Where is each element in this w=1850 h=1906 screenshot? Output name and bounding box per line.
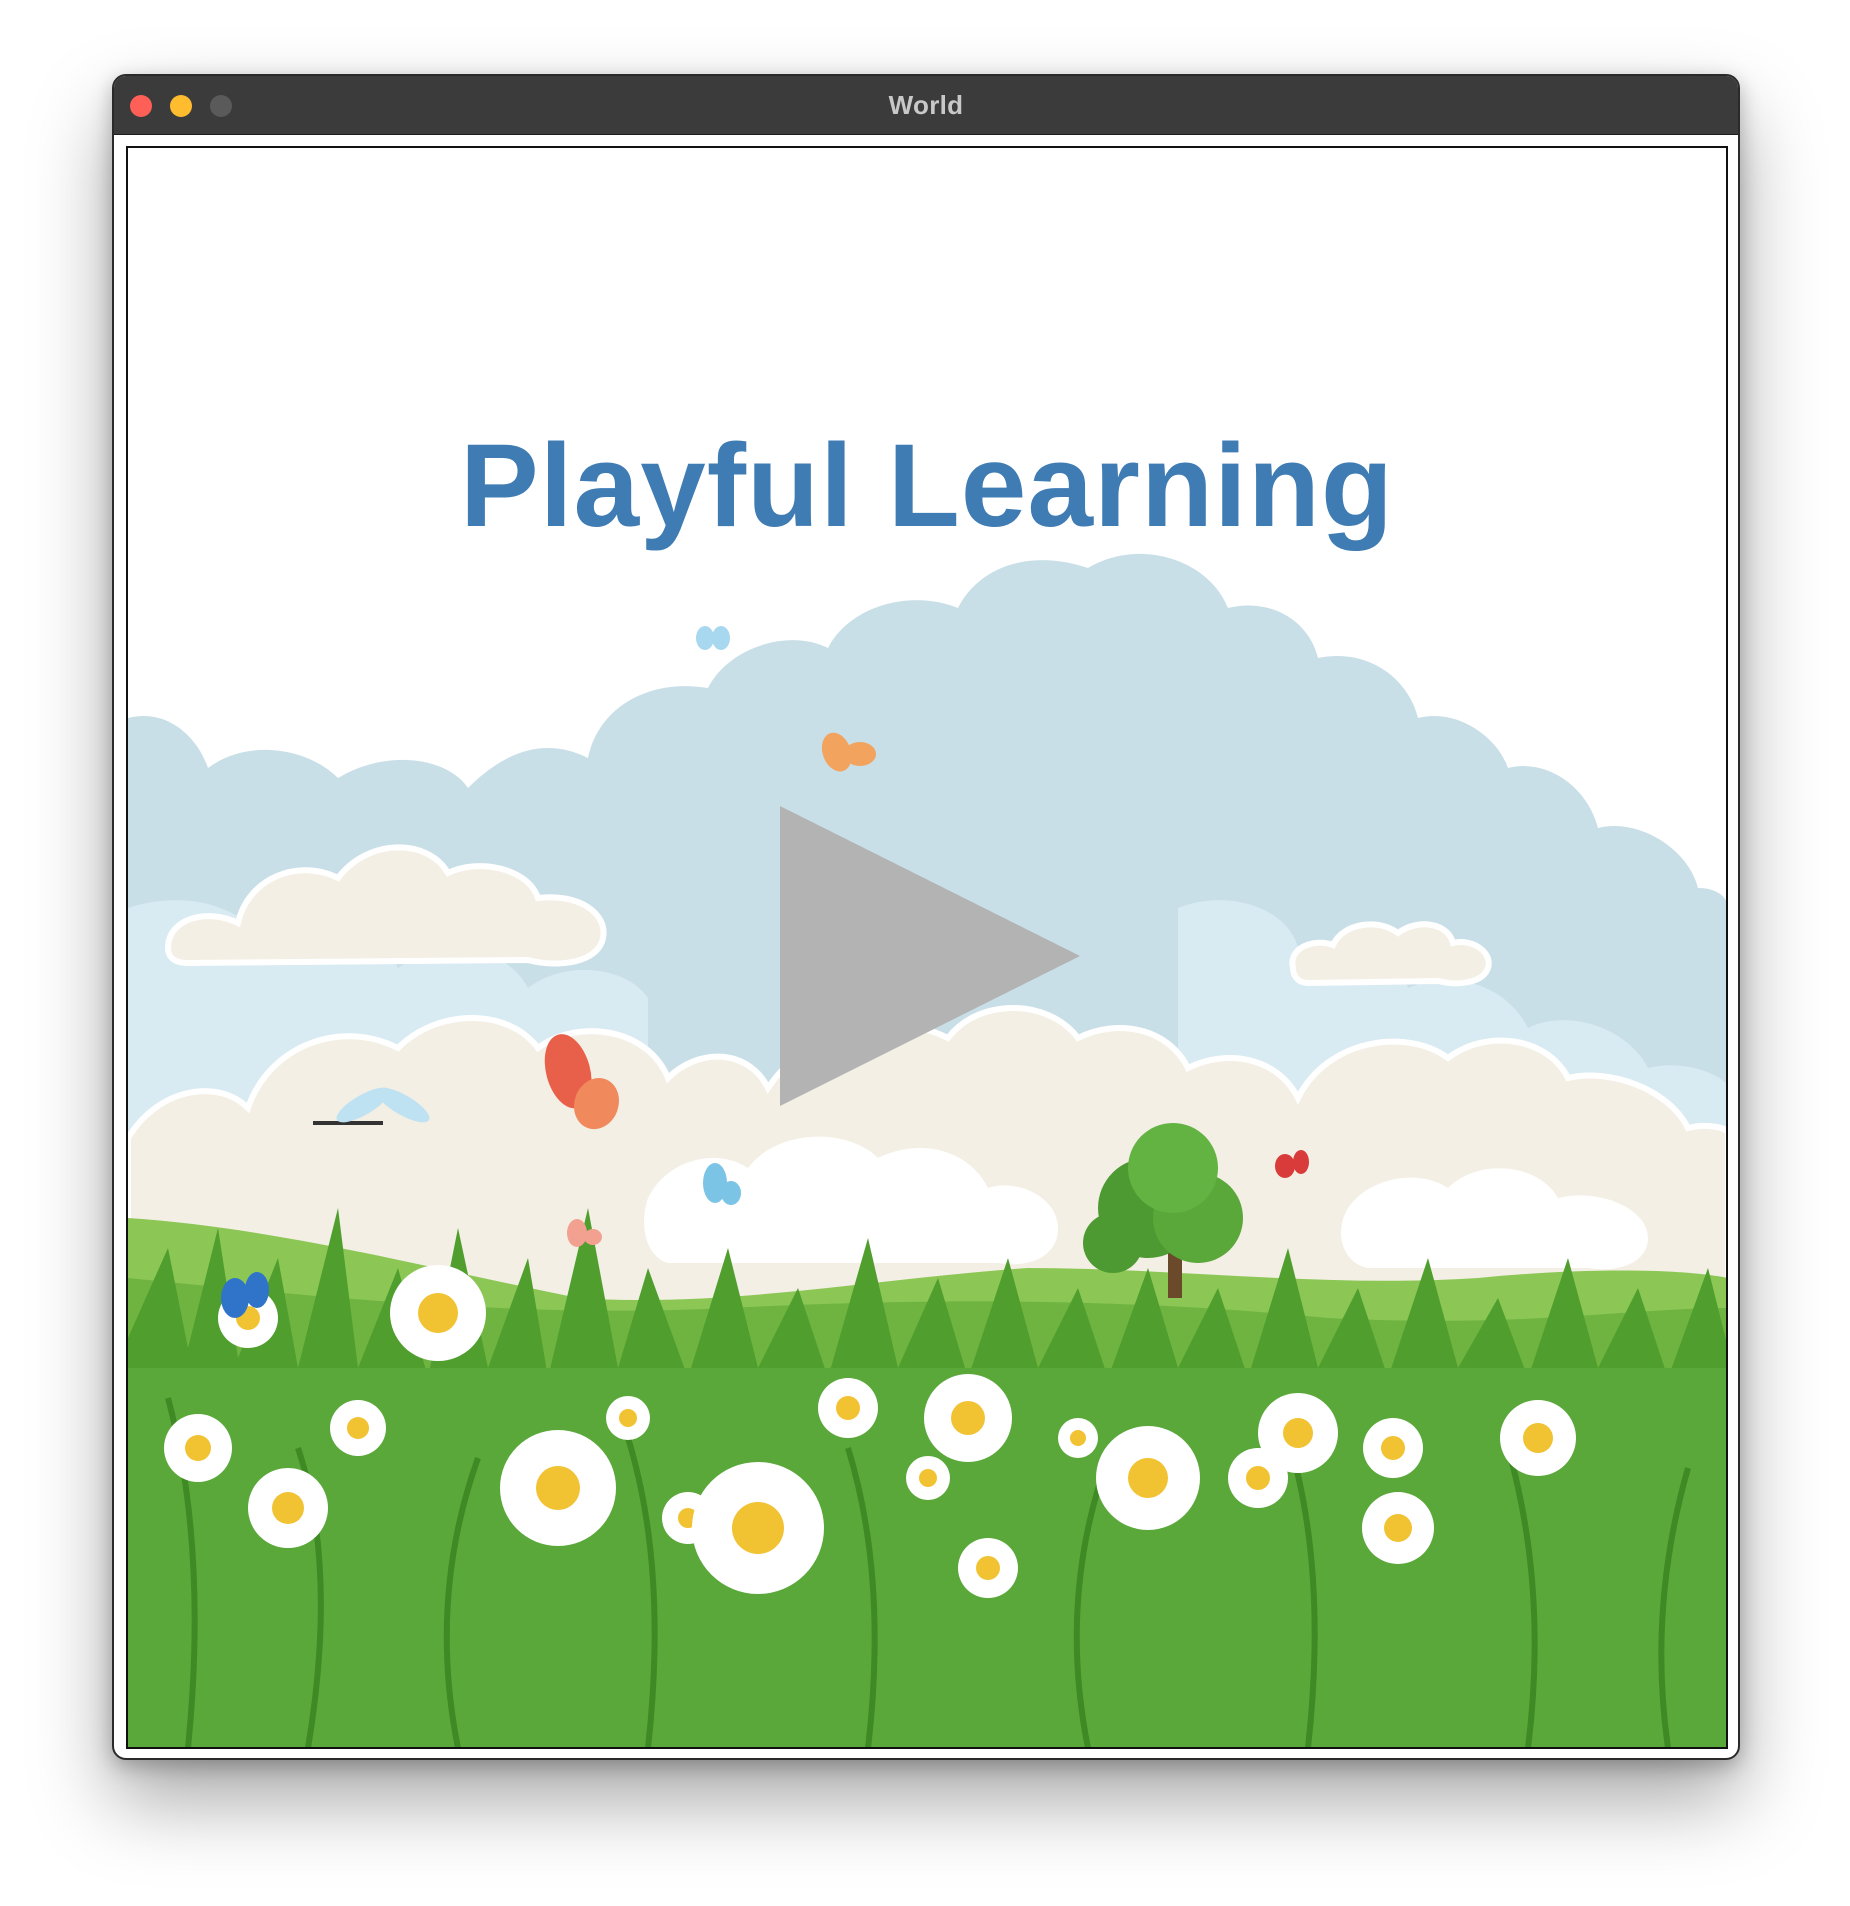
play-icon <box>780 806 1080 1106</box>
app-window: World Playful Learning <box>112 74 1740 1760</box>
butterfly-blue-small <box>696 626 730 650</box>
desktop: World Playful Learning <box>0 0 1850 1906</box>
content-area: Playful Learning <box>126 146 1728 1749</box>
play-button[interactable] <box>780 806 1080 1106</box>
window-title: World <box>888 90 964 120</box>
title-bar[interactable]: World <box>114 76 1738 135</box>
